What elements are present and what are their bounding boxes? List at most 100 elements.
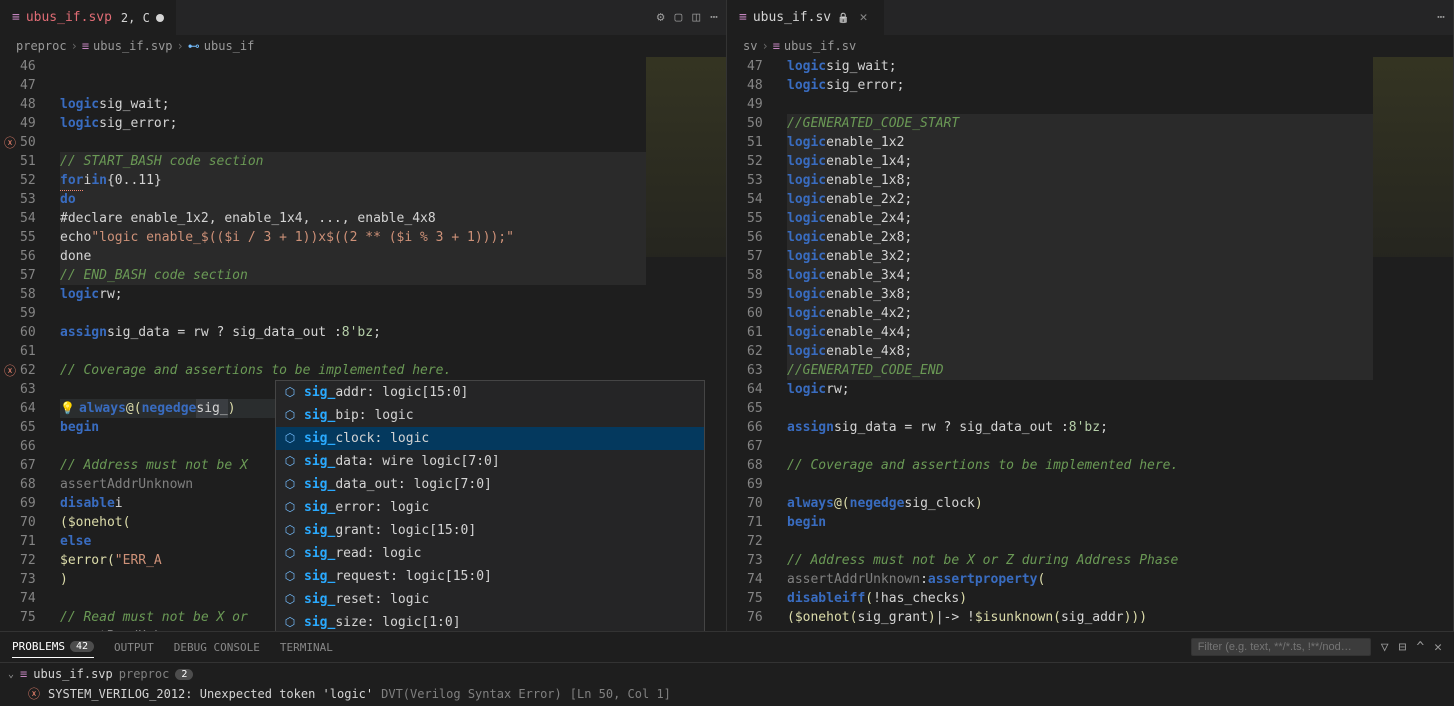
code-line[interactable]: done — [60, 247, 646, 266]
autocomplete-item[interactable]: ⬡sig_bip: logic — [276, 404, 704, 427]
close-panel-icon[interactable]: ✕ — [1434, 640, 1442, 655]
breadcrumb-item[interactable]: preproc — [16, 39, 67, 53]
code-line[interactable]: logic enable_2x8; — [787, 228, 1373, 247]
code-line[interactable]: logic sig_error; — [60, 114, 646, 133]
filter-input[interactable] — [1191, 638, 1371, 656]
code-line[interactable]: echo "logic enable_$(($i / 3 + 1))x$((2 … — [60, 228, 646, 247]
code-line[interactable] — [787, 437, 1373, 456]
code-line[interactable]: // Coverage and assertions to be impleme… — [787, 456, 1373, 475]
code-line[interactable]: logic enable_2x4; — [787, 209, 1373, 228]
file-icon: ≡ — [739, 10, 747, 25]
lightbulb-icon[interactable]: 💡 — [60, 399, 75, 418]
symbol-icon: ⬡ — [282, 546, 298, 562]
code-line[interactable] — [787, 95, 1373, 114]
breadcrumb-item[interactable]: sv — [743, 39, 757, 53]
code-line[interactable]: logic sig_wait; — [60, 95, 646, 114]
editor-pane-left: ≡ ubus_if.svp 2, C ⚙ ▢ ◫ ⋯ preproc › ≡ u… — [0, 0, 727, 631]
code-line[interactable]: logic enable_4x8; — [787, 342, 1373, 361]
code-line[interactable]: for i in {0..11} — [60, 171, 646, 190]
breadcrumb-item[interactable]: ≡ ubus_if.sv — [773, 39, 856, 53]
code-line[interactable]: logic enable_4x4; — [787, 323, 1373, 342]
code-line[interactable]: // END_BASH code section — [60, 266, 646, 285]
autocomplete-item[interactable]: ⬡sig_data: wire logic[7:0] — [276, 450, 704, 473]
tab-ubus-if-svp[interactable]: ≡ ubus_if.svp 2, C — [0, 0, 177, 35]
breadcrumb-item[interactable]: ≡ ubus_if.svp — [82, 39, 173, 53]
problems-badge: 42 — [70, 641, 94, 652]
more-icon[interactable]: ⋯ — [710, 10, 718, 25]
autocomplete-item[interactable]: ⬡sig_error: logic — [276, 496, 704, 519]
code-line[interactable] — [787, 399, 1373, 418]
code-line[interactable]: logic sig_wait; — [787, 57, 1373, 76]
code-line[interactable]: logic enable_2x2; — [787, 190, 1373, 209]
code-line[interactable]: logic rw; — [60, 285, 646, 304]
code-line[interactable]: //GENERATED_CODE_END — [787, 361, 1373, 380]
problem-file-group[interactable]: ⌄ ≡ ubus_if.svp preproc 2 — [0, 665, 1454, 683]
code-line[interactable]: logic sig_error; — [787, 76, 1373, 95]
problem-folder: preproc — [119, 667, 170, 681]
collapse-icon[interactable]: ⊟ — [1399, 640, 1407, 655]
close-icon[interactable]: ✕ — [856, 10, 872, 26]
gutter-icons — [727, 57, 747, 631]
code-line[interactable]: assertAddrUnknown:assert property ( — [787, 570, 1373, 589]
code-content[interactable]: logic sig_wait; logic sig_error; //GENERA… — [787, 57, 1373, 631]
problem-message: SYSTEM_VERILOG_2012: Unexpected token 'l… — [48, 687, 373, 701]
code-line[interactable] — [787, 532, 1373, 551]
code-line[interactable]: logic enable_1x8; — [787, 171, 1373, 190]
code-area-left[interactable]: ⓧⓧ 4647484950515253545556575859606162636… — [0, 57, 726, 631]
minimap[interactable] — [1373, 57, 1453, 631]
code-line[interactable]: #declare enable_1x2, enable_1x4, ..., en… — [60, 209, 646, 228]
code-line[interactable]: ($onehot(sig_grant) |-> !$isunknown(sig_… — [787, 608, 1373, 627]
autocomplete-item[interactable]: ⬡sig_grant: logic[15:0] — [276, 519, 704, 542]
editor-pane-right: ≡ ubus_if.sv ✕ ⋯ sv › ≡ ubus_if.sv 47484… — [727, 0, 1454, 631]
split-icon[interactable]: ◫ — [692, 10, 700, 25]
code-line[interactable]: logic rw; — [787, 380, 1373, 399]
autocomplete-item[interactable]: ⬡sig_request: logic[15:0] — [276, 565, 704, 588]
code-line[interactable]: logic enable_3x2; — [787, 247, 1373, 266]
chevron-right-icon: › — [71, 39, 78, 53]
code-line[interactable]: always @(negedge sig_clock) — [787, 494, 1373, 513]
code-area-right[interactable]: 4748495051525354555657585960616263646566… — [727, 57, 1453, 631]
code-line[interactable] — [60, 304, 646, 323]
code-line[interactable]: begin — [787, 513, 1373, 532]
code-line[interactable]: disable iff(!has_checks) — [787, 589, 1373, 608]
code-line[interactable] — [787, 475, 1373, 494]
code-line[interactable]: // Address must not be X or Z during Add… — [787, 551, 1373, 570]
code-content[interactable]: logic sig_wait; logic sig_error; // STAR… — [60, 57, 646, 631]
panel-tab-output[interactable]: OUTPUT — [114, 636, 154, 658]
code-line[interactable]: assign sig_data = rw ? sig_data_out : 8'… — [60, 323, 646, 342]
code-line[interactable] — [60, 342, 646, 361]
code-line[interactable]: do — [60, 190, 646, 209]
panel-tab-problems[interactable]: PROBLEMS 42 — [12, 636, 94, 658]
code-line[interactable]: logic enable_3x8; — [787, 285, 1373, 304]
manage-icon[interactable]: ⚙ — [657, 10, 665, 25]
autocomplete-item[interactable]: ⬡sig_read: logic — [276, 542, 704, 565]
chevron-right-icon: › — [177, 39, 184, 53]
problem-item[interactable]: ⓧ SYSTEM_VERILOG_2012: Unexpected token … — [0, 683, 1454, 704]
code-line[interactable]: logic enable_4x2; — [787, 304, 1373, 323]
code-line[interactable]: logic enable_1x2 — [787, 133, 1373, 152]
breadcrumb-item[interactable]: ⊷ ubus_if — [188, 39, 255, 53]
tab-ubus-if-sv[interactable]: ≡ ubus_if.sv ✕ — [727, 0, 885, 35]
panel-tab-debug[interactable]: DEBUG CONSOLE — [174, 636, 260, 658]
autocomplete-item[interactable]: ⬡sig_reset: logic — [276, 588, 704, 611]
lock-icon — [837, 10, 849, 25]
autocomplete-item[interactable]: ⬡sig_data_out: logic[7:0] — [276, 473, 704, 496]
more-icon[interactable]: ⋯ — [1437, 10, 1445, 25]
code-line[interactable]: logic enable_1x4; — [787, 152, 1373, 171]
tab-problem-count: 2, C — [121, 11, 150, 25]
problem-group-badge: 2 — [175, 669, 193, 680]
panel-tab-terminal[interactable]: TERMINAL — [280, 636, 333, 658]
code-line[interactable] — [60, 133, 646, 152]
code-line[interactable]: logic enable_3x4; — [787, 266, 1373, 285]
code-line[interactable]: // Coverage and assertions to be impleme… — [60, 361, 646, 380]
compare-icon[interactable]: ▢ — [675, 10, 683, 25]
autocomplete-item[interactable]: ⬡sig_clock: logic — [276, 427, 704, 450]
filter-icon[interactable]: ▽ — [1381, 640, 1389, 655]
code-line[interactable]: assign sig_data = rw ? sig_data_out : 8'… — [787, 418, 1373, 437]
autocomplete-item[interactable]: ⬡sig_addr: logic[15:0] — [276, 381, 704, 404]
autocomplete-item[interactable]: ⬡sig_size: logic[1:0] — [276, 611, 704, 631]
code-line[interactable]: // START_BASH code section — [60, 152, 646, 171]
code-line[interactable]: //GENERATED_CODE_START — [787, 114, 1373, 133]
maximize-icon[interactable]: ^ — [1416, 640, 1424, 655]
symbol-icon: ⬡ — [282, 408, 298, 424]
